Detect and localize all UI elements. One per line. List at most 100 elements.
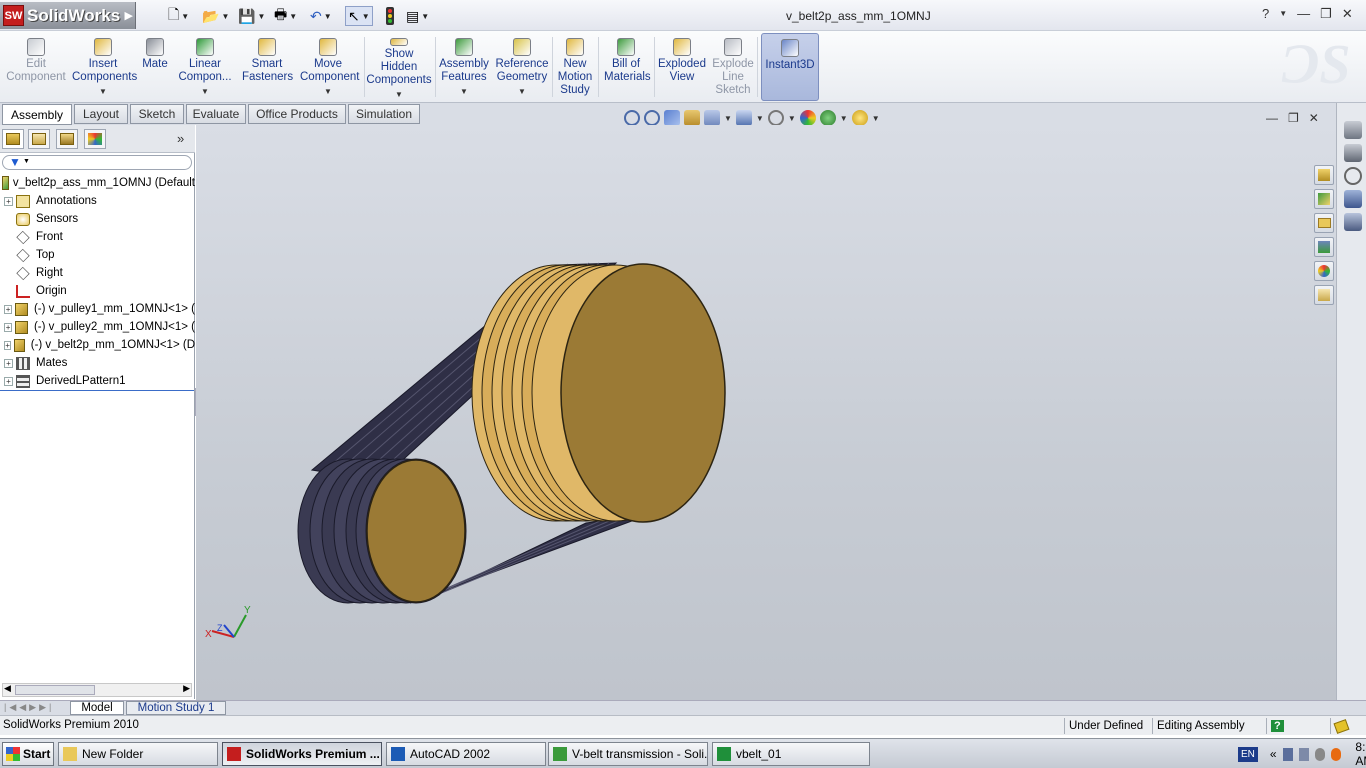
tree-item[interactable]: + Mates	[0, 354, 195, 372]
dropdown-arrow-icon[interactable]: ▼	[99, 85, 107, 98]
viewport-restore-button[interactable]: ❐	[1288, 111, 1299, 125]
tab-layout[interactable]: Layout	[74, 104, 128, 124]
apply-scene-icon[interactable]	[819, 110, 836, 126]
configuration-manager-tab[interactable]	[56, 129, 78, 149]
dropdown-arrow-icon[interactable]: ▼	[201, 85, 209, 98]
tree-item[interactable]: + DerivedLPattern1	[0, 372, 195, 390]
tree-horizontal-scrollbar[interactable]: ◀ ▶	[2, 683, 192, 697]
taskbar-item[interactable]: New Folder	[58, 742, 218, 766]
new-document-button[interactable]: 🗋 ▼	[168, 6, 189, 26]
smart-fasteners-button[interactable]: Smart Fasteners	[240, 33, 294, 101]
volume-icon[interactable]	[1315, 747, 1326, 761]
viewport-close-button[interactable]: ✕	[1309, 111, 1319, 125]
zoom-to-area-icon[interactable]	[644, 110, 660, 126]
taskbar-item[interactable]: AutoCAD 2002	[386, 742, 546, 766]
new-motion-study-button[interactable]: New Motion Study	[555, 33, 595, 101]
show-hidden-components-button[interactable]: Show Hidden Components ▼	[364, 33, 434, 101]
edit-appearance-icon[interactable]	[799, 110, 816, 126]
start-button[interactable]: Start	[2, 742, 54, 766]
status-help[interactable]: ?	[1266, 718, 1290, 734]
edit-component-button[interactable]: Edit Component	[4, 33, 68, 101]
undo-button[interactable]: ↶ ▼	[310, 6, 332, 26]
network-icon[interactable]	[1282, 747, 1293, 761]
dropdown-arrow-icon[interactable]: ▼	[395, 88, 403, 101]
section-view-icon[interactable]	[684, 110, 700, 126]
tree-item[interactable]: Front	[0, 228, 195, 246]
hide-show-dropdown-icon[interactable]: ▼	[788, 114, 796, 123]
bottom-tab-model[interactable]: Model	[70, 701, 124, 715]
view-orientation-dropdown-icon[interactable]: ▼	[724, 114, 732, 123]
taskbar-item[interactable]: vbelt_01	[712, 742, 870, 766]
tree-rollback-bar[interactable]	[0, 390, 194, 391]
custom-properties-tab[interactable]	[1314, 285, 1334, 305]
close-button[interactable]: ✕	[1342, 6, 1353, 22]
assembly-features-button[interactable]: Assembly Features ▼	[437, 33, 491, 101]
status-tag[interactable]	[1330, 718, 1360, 734]
bottom-tab-motion-study-1[interactable]: Motion Study 1	[126, 701, 226, 715]
bill-of-materials-button[interactable]: Bill of Materials	[602, 33, 651, 101]
explode-line-sketch-button[interactable]: Explode Line Sketch	[710, 33, 756, 101]
reference-geometry-button[interactable]: Reference Geometry ▼	[492, 33, 552, 101]
monitor-icon[interactable]	[1298, 747, 1309, 761]
previous-view-icon[interactable]	[664, 110, 680, 126]
tree-item[interactable]: Sensors	[0, 210, 195, 228]
select-button[interactable]: ↖ ▼	[345, 6, 373, 26]
tree-display-icon[interactable]	[1344, 144, 1362, 162]
help-dropdown-icon[interactable]: ▼	[1279, 6, 1287, 22]
display-manager-tab[interactable]	[84, 129, 106, 149]
design-library-tab[interactable]	[1314, 189, 1334, 209]
print-button[interactable]: 🖶 ▼	[274, 6, 297, 26]
solidworks-menu-button[interactable]: SW SolidWorks ▶	[0, 2, 136, 29]
filter-bar[interactable]: ▼ ▼	[2, 155, 192, 170]
tree-item[interactable]: + (-) v_pulley1_mm_1OMNJ<1> (	[0, 300, 195, 318]
language-indicator[interactable]: EN	[1238, 746, 1258, 762]
rebuild-button[interactable]	[386, 6, 394, 26]
dropdown-arrow-icon[interactable]: ▼	[460, 85, 468, 98]
properties-icon[interactable]	[1344, 213, 1362, 231]
display-style-dropdown-icon[interactable]: ▼	[756, 114, 764, 123]
tab-sketch[interactable]: Sketch	[130, 104, 184, 124]
mouse-icon[interactable]	[1344, 121, 1362, 139]
feature-manager-tab[interactable]	[2, 129, 24, 149]
tree-item[interactable]: + (-) v_pulley2_mm_1OMNJ<1> (	[0, 318, 195, 336]
mate-button[interactable]: Mate	[140, 33, 170, 101]
expand-icon[interactable]: +	[4, 322, 13, 332]
tab-assembly[interactable]: Assembly	[2, 104, 72, 125]
exploded-view-button[interactable]: Exploded View	[656, 33, 708, 101]
tab-navigation-icons[interactable]: |◀◀▶▶|	[4, 702, 54, 713]
display-style-icon[interactable]	[735, 110, 752, 126]
expand-pane-icon[interactable]: »	[177, 131, 184, 146]
tree-root[interactable]: v_belt2p_ass_mm_1OMNJ (Default	[0, 174, 195, 192]
expand-icon[interactable]: +	[4, 358, 13, 368]
options-button[interactable]: ▤ ▼	[406, 6, 429, 26]
move-component-button[interactable]: Move Component ▼	[298, 33, 359, 101]
tree-item[interactable]: Right	[0, 264, 195, 282]
tree-item[interactable]: Origin	[0, 282, 195, 300]
rotate-icon[interactable]	[1344, 167, 1362, 185]
antivirus-icon[interactable]	[1331, 747, 1342, 761]
linear-compon-button[interactable]: Linear Compon... ▼	[176, 33, 234, 101]
scroll-left-icon[interactable]: ◀	[4, 683, 11, 694]
viewport-minimize-button[interactable]: —	[1266, 111, 1278, 125]
property-manager-tab[interactable]	[28, 129, 50, 149]
dropdown-arrow-icon[interactable]: ▼	[324, 85, 332, 98]
zoom-to-fit-icon[interactable]	[624, 110, 640, 126]
solidworks-resources-tab[interactable]	[1314, 165, 1334, 185]
taskbar-item[interactable]: SolidWorks Premium ...	[222, 742, 382, 766]
tree-item[interactable]: + Annotations	[0, 192, 195, 210]
insert-components-button[interactable]: Insert Components ▼	[70, 33, 137, 101]
expand-icon[interactable]: +	[4, 304, 13, 314]
appearances-tab[interactable]	[1314, 261, 1334, 281]
open-button[interactable]: 📂 ▼	[202, 6, 229, 26]
tab-simulation[interactable]: Simulation	[348, 104, 420, 124]
clock[interactable]: 8:33 AM	[1355, 740, 1366, 768]
camera-icon[interactable]	[1344, 190, 1362, 208]
taskbar-item[interactable]: V-belt transmission - Soli...	[548, 742, 708, 766]
view-orientation-icon[interactable]	[704, 110, 720, 126]
tab-office-products[interactable]: Office Products	[248, 104, 346, 124]
view-settings-icon[interactable]	[851, 110, 868, 126]
restore-button[interactable]: ❐	[1320, 6, 1332, 22]
tree-item[interactable]: Top	[0, 246, 195, 264]
expand-icon[interactable]: +	[4, 376, 13, 386]
expand-icon[interactable]: +	[4, 340, 12, 350]
